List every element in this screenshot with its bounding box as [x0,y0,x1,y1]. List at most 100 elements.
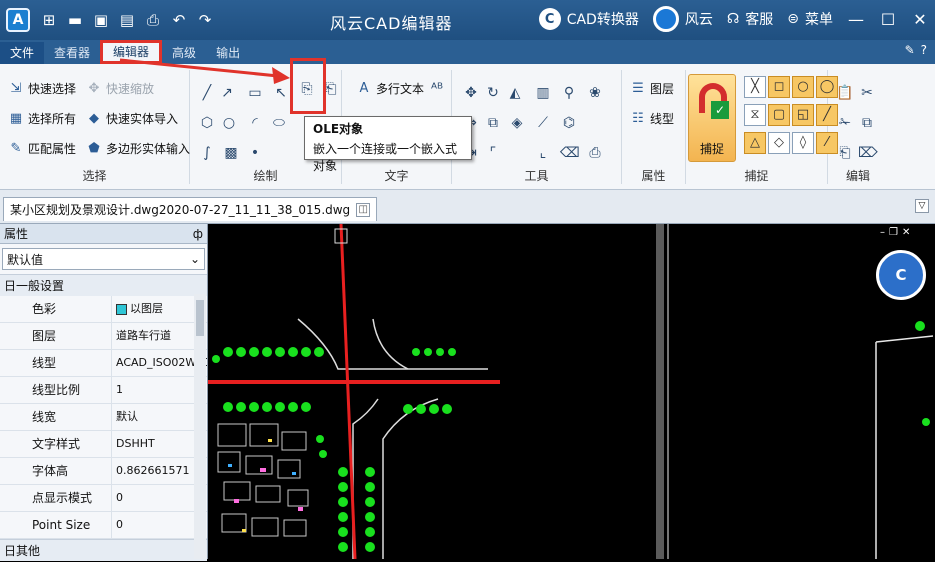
property-row[interactable]: 线宽 默认 [0,404,207,431]
save-icon[interactable]: ▣ [92,11,110,29]
offset-icon[interactable]: ⟋ [534,114,552,132]
property-row[interactable]: 线型比例 1 [0,377,207,404]
linetype-button[interactable]: ☷ 线型 [630,110,674,127]
chevron-down-icon[interactable]: ▽ [915,199,929,213]
properties-selector[interactable]: 默认值 ⌄ [2,248,205,270]
rectangle-icon[interactable]: ▭ [246,84,264,102]
trim-icon[interactable]: ⌬ [560,114,578,132]
polygon-draw-icon[interactable]: ⬡ [198,114,216,132]
saveas-icon[interactable]: ▤ [118,11,136,29]
converter-link[interactable]: C CAD转换器 [538,8,639,30]
spline-icon[interactable]: ∫ [198,144,216,162]
drawing-canvas[interactable] [208,224,935,559]
polyline-icon[interactable]: ↗ [218,84,236,102]
line-icon[interactable]: ╱ [198,84,216,102]
properties-scrollbar[interactable] [194,294,206,559]
property-value[interactable]: 以图层 [112,296,207,322]
brush-icon[interactable]: ✎ [905,43,915,57]
select-all-button[interactable]: ▦ 选择所有 [8,110,76,127]
group-other[interactable]: 日其他 [0,539,207,561]
app-logo-icon[interactable]: A [6,8,30,32]
minimize-icon[interactable]: — [847,10,865,29]
brand-link[interactable]: 风云 [652,6,713,32]
floating-cad-logo-icon[interactable]: C [876,250,926,300]
layer-button[interactable]: ☰ 图层 [630,80,674,97]
snap-insertion-icon[interactable]: ╱ [816,104,838,126]
snap-midpoint-icon[interactable]: ◻ [768,76,790,98]
property-value[interactable]: 0 [112,512,207,538]
snap-intersection-icon[interactable]: ▢ [768,104,790,126]
copy-edit-icon[interactable]: ⧉ [858,114,876,132]
property-value[interactable]: ACAD_ISO02W100 [112,350,207,376]
hatch-icon[interactable]: ▩ [222,144,240,162]
pin-icon[interactable]: ф [193,227,203,241]
document-tab[interactable]: 某小区规划及景观设计.dwg2020-07-27_11_11_38_015.dw… [3,197,378,221]
property-value[interactable]: DSHHT [112,431,207,457]
array-icon[interactable]: ▥ [534,84,552,102]
property-row[interactable]: 图层 道路车行道 [0,323,207,350]
close-icon[interactable]: ✕ [911,10,929,29]
explode-icon[interactable]: ❀ [586,84,604,102]
new-icon[interactable]: ⊞ [40,11,58,29]
snap-button[interactable]: ✓ 捕捉 [688,74,736,162]
chamfer-icon[interactable]: ⌜ [484,144,502,162]
property-value[interactable]: 1 [112,377,207,403]
delete-icon[interactable]: ⌦ [858,144,878,162]
service-button[interactable]: ☊ 客服 [727,9,773,29]
snap-node-icon[interactable]: ◯ [816,76,838,98]
paste-icon[interactable]: 📋 [836,84,854,102]
fill-icon[interactable]: ◈ [508,114,526,132]
property-value[interactable]: 道路车行道 [112,323,207,349]
paste-special-icon[interactable]: ⎗ [836,144,854,162]
property-value[interactable]: 0.862661571 [112,458,207,484]
maximize-icon[interactable]: ☐ [879,10,897,29]
fillet-icon[interactable]: ⌞ [534,144,552,162]
snap-endpoint-icon[interactable]: ╳ [744,76,766,98]
property-row[interactable]: 色彩 以图层 [0,296,207,323]
attribute-icon[interactable]: ᴬᴮ [428,80,446,98]
tab-viewer[interactable]: 查看器 [44,42,100,64]
snap-parallel-icon[interactable]: ⁄ [816,132,838,154]
canvas-minimize-icon[interactable]: – [880,227,885,238]
rotate-icon[interactable]: ↻ [484,84,502,102]
open-icon[interactable]: ▬ [66,11,84,29]
quick-select-button[interactable]: ⇲ 快速选择 [8,80,76,97]
group-general-settings[interactable]: 日一般设置 [0,274,207,296]
canvas-restore-icon[interactable]: ❐ [889,227,898,238]
menu-button[interactable]: ⊜ 菜单 [787,9,833,29]
snap-perpendicular-icon[interactable]: △ [744,132,766,154]
circle-icon[interactable]: ○ [220,114,238,132]
undo-icon[interactable]: ↶ [170,11,188,29]
snap-quadrant-icon[interactable]: ⧖ [744,104,766,126]
move-icon[interactable]: ✥ [462,84,480,102]
snap-extension-icon[interactable]: ◱ [792,104,814,126]
quick-entity-import-button[interactable]: ◆ 快速实体导入 [86,110,178,127]
snap-tangent-icon[interactable]: ◇ [768,132,790,154]
arc-icon[interactable]: ◜ [246,114,264,132]
point-icon[interactable]: • [246,144,264,162]
measure-icon[interactable]: ⚲ [560,84,578,102]
property-row[interactable]: Point Size 0 [0,512,207,539]
erase-icon[interactable]: ⌫ [560,144,580,162]
ellipse-icon[interactable]: ⬭ [270,114,288,132]
property-row[interactable]: 线型ACAD_ISO02W100 [0,350,207,377]
property-value[interactable]: 0 [112,485,207,511]
match-properties-button[interactable]: ✎ 匹配属性 [8,140,76,157]
copy-icon[interactable]: ⧉ [484,114,502,132]
snap-nearest-icon[interactable]: ◊ [792,132,814,154]
cut-icon[interactable]: ✂ [858,84,876,102]
property-row[interactable]: 字体高 0.862661571 [0,458,207,485]
help-icon[interactable]: ? [921,43,927,57]
snap-center-icon[interactable]: ○ [792,76,814,98]
pointer-icon[interactable]: ↖ [272,84,290,102]
export-icon[interactable]: ⎙ [586,144,604,162]
close-tab-icon[interactable]: ◫ [356,202,371,217]
property-value[interactable]: 默认 [112,404,207,430]
print-icon[interactable]: ⎙ [144,11,162,29]
redo-icon[interactable]: ↷ [196,11,214,29]
property-row[interactable]: 文字样式 DSHHT [0,431,207,458]
polygon-entity-input-button[interactable]: ⬟ 多边形实体输入 [86,140,190,157]
property-row[interactable]: 点显示模式 0 [0,485,207,512]
tab-file[interactable]: 文件 [0,42,45,64]
cut-selection-icon[interactable]: ✁ [836,114,854,132]
